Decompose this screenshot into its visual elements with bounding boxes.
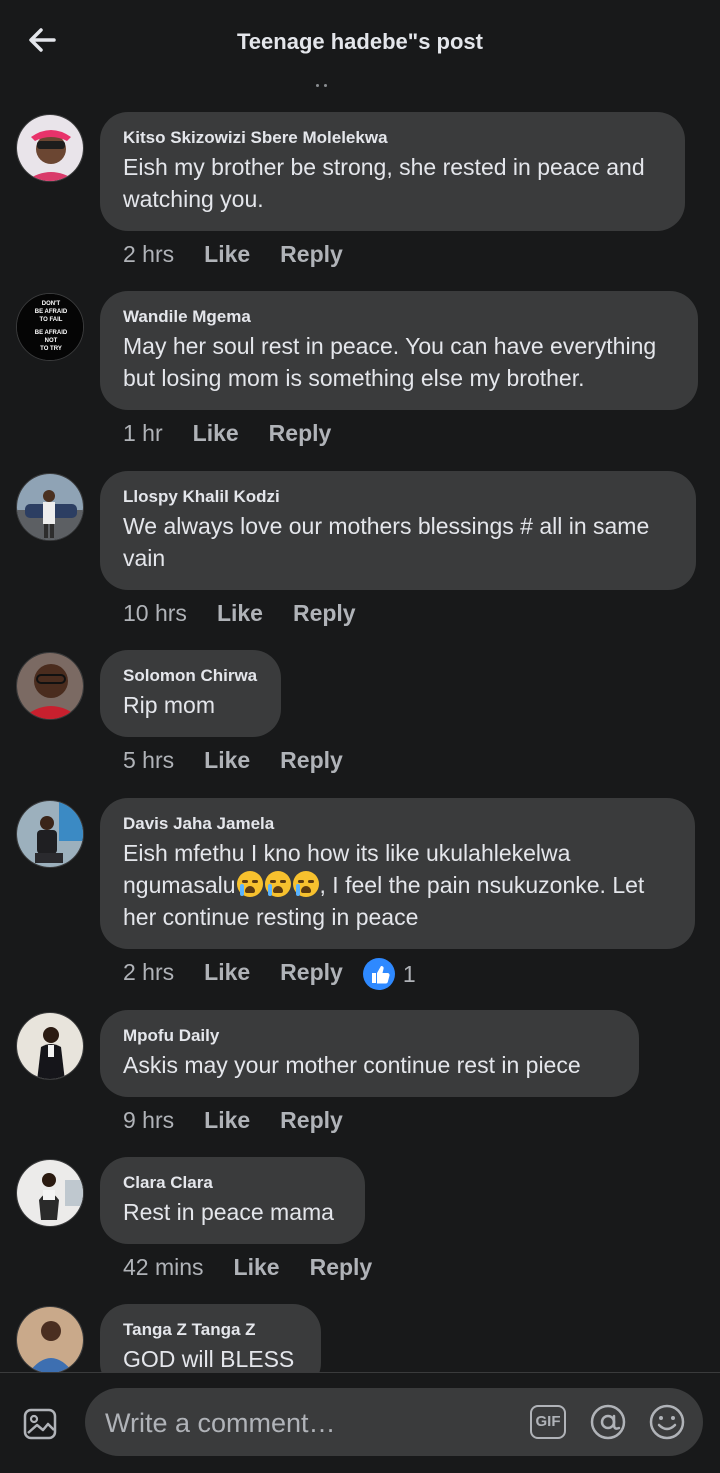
avatar[interactable]: DON'T BE AFRAID TO FAIL BE AFRAID NOT TO…	[16, 293, 84, 361]
comment-time: 2 hrs	[123, 959, 175, 985]
comment-bubble[interactable]: Davis Jaha Jamela Eish mfethu I kno how …	[100, 798, 695, 949]
thumbs-up-icon	[362, 958, 395, 991]
comment-actions: 5 hrs Like Reply	[123, 745, 343, 775]
comment-author[interactable]: Tanga Z Tanga Z	[123, 1319, 298, 1341]
like-button[interactable]: Like	[204, 959, 250, 985]
like-button[interactable]: Like	[204, 241, 250, 267]
avatar[interactable]	[16, 800, 84, 868]
page-title: Teenage hadebe"s post	[237, 29, 483, 54]
avatar[interactable]	[16, 114, 84, 182]
comment-author[interactable]: Llospy Khalil Kodzi	[123, 486, 673, 508]
comment-text: Eish mfethu I kno how its like ukulahlek…	[123, 837, 672, 933]
scroll-hint	[300, 84, 340, 88]
like-button[interactable]: Like	[204, 747, 250, 773]
comment-actions: 9 hrs Like Reply	[123, 1105, 343, 1135]
comment-actions: 10 hrs Like Reply	[123, 598, 356, 628]
comment-author[interactable]: Davis Jaha Jamela	[123, 813, 672, 835]
comment-bubble[interactable]: Solomon Chirwa Rip mom	[100, 650, 281, 737]
comment-input-box[interactable]: GIF	[85, 1388, 703, 1456]
reply-button[interactable]: Reply	[280, 241, 343, 267]
avatar[interactable]	[16, 652, 84, 720]
avatar-text: TO FAIL	[40, 317, 63, 323]
avatar-text: DON'T	[42, 301, 61, 307]
comment-bubble[interactable]: Clara Clara Rest in peace mama	[100, 1157, 365, 1244]
comment-author[interactable]: Clara Clara	[123, 1172, 342, 1194]
avatar-text: TO TRY	[40, 346, 62, 352]
avatar-text: NOT	[45, 338, 58, 344]
comment-text: May her soul rest in peace. You can have…	[123, 333, 657, 391]
comment-text: Rest in peace mama	[123, 1199, 334, 1225]
comment-input[interactable]	[103, 1402, 517, 1444]
comment-actions: 2 hrs Like Reply	[123, 239, 343, 269]
reply-button[interactable]: Reply	[280, 1107, 343, 1133]
comment-time: 1 hr	[123, 420, 163, 446]
comment-actions: 2 hrs Like Reply 1	[123, 957, 416, 991]
comment-bubble[interactable]: Llospy Khalil Kodzi We always love our m…	[100, 471, 696, 590]
avatar[interactable]	[16, 1012, 84, 1080]
comment-composer: GIF	[0, 1372, 720, 1473]
like-button[interactable]: Like	[217, 600, 263, 626]
like-button[interactable]: Like	[193, 420, 239, 446]
comment-time: 9 hrs	[123, 1107, 175, 1133]
comment-author[interactable]: Wandile Mgema	[123, 306, 675, 328]
reaction-count: 1	[402, 961, 416, 988]
emoji-icon[interactable]	[648, 1403, 686, 1441]
avatar[interactable]	[16, 1159, 84, 1227]
comment-author[interactable]: Solomon Chirwa	[123, 665, 258, 687]
gif-icon[interactable]: GIF	[530, 1405, 566, 1439]
loudly-crying-face-icon	[236, 871, 263, 897]
comment-author[interactable]: Mpofu Daily	[123, 1025, 616, 1047]
comment-bubble[interactable]: Wandile Mgema May her soul rest in peace…	[100, 291, 698, 410]
comment-text: Eish my brother be strong, she rested in…	[123, 154, 645, 212]
comment-bubble[interactable]: Kitso Skizowizi Sbere Molelekwa Eish my …	[100, 112, 685, 231]
loudly-crying-face-icon	[264, 871, 291, 897]
comment-bubble[interactable]: Mpofu Daily Askis may your mother contin…	[100, 1010, 639, 1097]
reply-button[interactable]: Reply	[280, 747, 343, 773]
like-button[interactable]: Like	[234, 1254, 280, 1280]
comment-text: Askis may your mother continue rest in p…	[123, 1052, 581, 1078]
comment-author[interactable]: Kitso Skizowizi Sbere Molelekwa	[123, 127, 662, 149]
avatar-text: BE AFRAID	[35, 330, 68, 336]
mention-icon[interactable]	[589, 1403, 627, 1441]
reply-button[interactable]: Reply	[280, 959, 343, 985]
comment-time: 5 hrs	[123, 747, 175, 773]
reply-button[interactable]: Reply	[310, 1254, 373, 1280]
comment-time: 42 mins	[123, 1254, 204, 1280]
comment-actions: 1 hr Like Reply	[123, 418, 331, 448]
photo-icon[interactable]	[22, 1405, 60, 1443]
reply-button[interactable]: Reply	[293, 600, 356, 626]
avatar[interactable]	[16, 473, 84, 541]
comment-text: Rip mom	[123, 692, 216, 718]
comment-text: We always love our mothers blessings # a…	[123, 513, 650, 571]
top-bar: Teenage hadebe"s post	[0, 0, 720, 88]
like-button[interactable]: Like	[204, 1107, 250, 1133]
comment-time: 2 hrs	[123, 241, 175, 267]
reaction-summary[interactable]: 1	[362, 957, 416, 991]
comment-text: GOD will BLESS	[123, 1346, 295, 1372]
avatar-text: BE AFRAID	[35, 309, 68, 315]
reply-button[interactable]: Reply	[269, 420, 332, 446]
avatar[interactable]	[16, 1306, 84, 1374]
comment-time: 10 hrs	[123, 600, 187, 626]
loudly-crying-face-icon	[292, 871, 319, 897]
comment-actions: 42 mins Like Reply	[123, 1252, 372, 1282]
